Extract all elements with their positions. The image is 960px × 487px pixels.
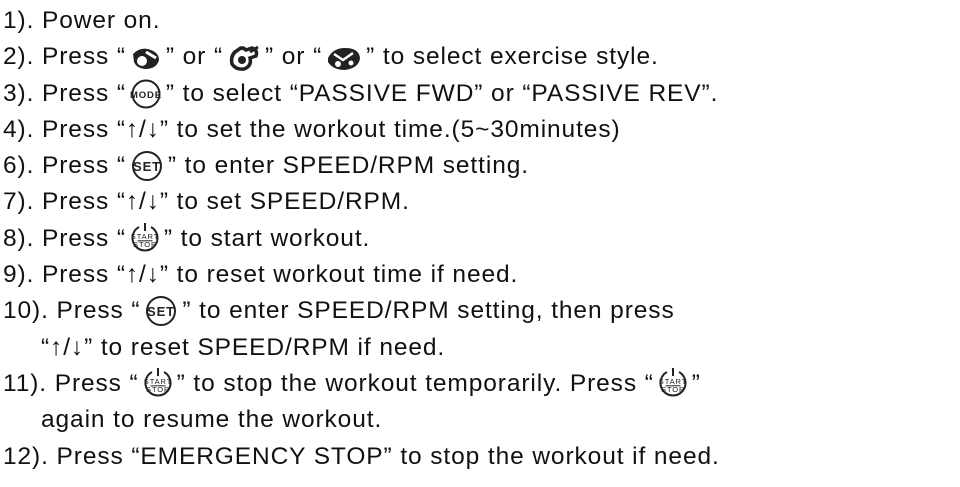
instruction-text: 4). Press “↑/↓” to set the workout time.… <box>3 115 621 143</box>
instruction-s1: 1). Power on. <box>3 3 960 39</box>
instruction-text: 9). Press “↑/↓” to reset workout time if… <box>3 261 519 289</box>
instruction-text: 2). Press “ <box>3 43 126 71</box>
svg-text:SET: SET <box>147 304 175 319</box>
svg-text:MODE: MODE <box>130 90 162 101</box>
start-stop-button-icon: START STOP <box>142 367 174 399</box>
instruction-text: ” to enter SPEED/RPM setting, then press <box>182 297 675 325</box>
svg-text:STOP: STOP <box>146 385 170 394</box>
instruction-s11b: again to resume the workout. <box>3 402 960 438</box>
instruction-s12: 12). Press “EMERGENCY STOP” to stop the … <box>3 439 960 475</box>
instruction-text: ” or “ <box>165 43 224 71</box>
instruction-s11: 11). Press “START STOP” to stop the worko… <box>3 366 960 402</box>
handcycle-icon <box>129 44 163 72</box>
svg-text:STOP: STOP <box>661 385 685 394</box>
instruction-text: 6). Press “ <box>3 152 126 180</box>
instruction-s6: 6). Press “ SET ” to enter SPEED/RPM setti… <box>3 148 960 184</box>
instruction-text: 1). Power on. <box>3 7 161 34</box>
instruction-s7: 7). Press “↑/↓” to set SPEED/RPM. <box>3 184 960 220</box>
instruction-text: ” to start workout. <box>163 224 371 252</box>
instruction-text: “↑/↓” to reset SPEED/RPM if need. <box>41 333 446 361</box>
instruction-text: again to resume the workout. <box>41 406 383 434</box>
instruction-text: 7). Press “↑/↓” to set SPEED/RPM. <box>3 188 410 216</box>
instruction-text: ” or “ <box>265 43 323 71</box>
svg-text:STOP: STOP <box>133 240 157 249</box>
set-button-icon: SET <box>143 296 179 327</box>
instruction-text: 11). Press “ <box>3 369 139 397</box>
instruction-s8: 8). Press “START STOP” to start workout. <box>3 221 960 257</box>
set-button-icon: SET <box>129 151 165 182</box>
instruction-text: ” to select “PASSIVE FWD” or “PASSIVE RE… <box>165 79 719 107</box>
leg-cycle-icon <box>226 44 262 72</box>
instruction-s4: 4). Press “↑/↓” to set the workout time.… <box>3 112 960 148</box>
instruction-text: ” to enter SPEED/RPM setting. <box>167 152 529 180</box>
start-stop-button-icon: START STOP <box>657 367 689 399</box>
instruction-text: 12). Press “EMERGENCY STOP” to stop the … <box>3 442 720 470</box>
start-stop-button-icon: START STOP <box>129 222 161 254</box>
instruction-text: ” <box>691 369 701 397</box>
svg-text:SET: SET <box>133 159 161 174</box>
instruction-s10b: “↑/↓” to reset SPEED/RPM if need. <box>3 330 960 366</box>
instruction-s10: 10). Press “ SET ” to enter SPEED/RPM sett… <box>3 293 960 329</box>
arm-leg-cycle-icon <box>325 44 363 72</box>
instruction-s9: 9). Press “↑/↓” to reset workout time if… <box>3 257 960 293</box>
instruction-text: 3). Press “ <box>3 79 126 107</box>
instruction-s3: 3). Press “ MODE” to select “PASSIVE FWD”… <box>3 76 960 112</box>
instruction-text: 8). Press “ <box>3 224 126 252</box>
mode-button-icon: MODE <box>129 79 163 109</box>
instruction-list: 1). Power on. 2). Press “ ” or “ ” or “ ” to… <box>0 0 960 487</box>
instruction-text: ” to select exercise style. <box>366 43 659 71</box>
instruction-text: ” to stop the workout temporarily. Press… <box>176 369 654 397</box>
instruction-text: 10). Press “ <box>3 297 141 325</box>
instruction-s2: 2). Press “ ” or “ ” or “ ” to select exerc… <box>3 39 960 75</box>
